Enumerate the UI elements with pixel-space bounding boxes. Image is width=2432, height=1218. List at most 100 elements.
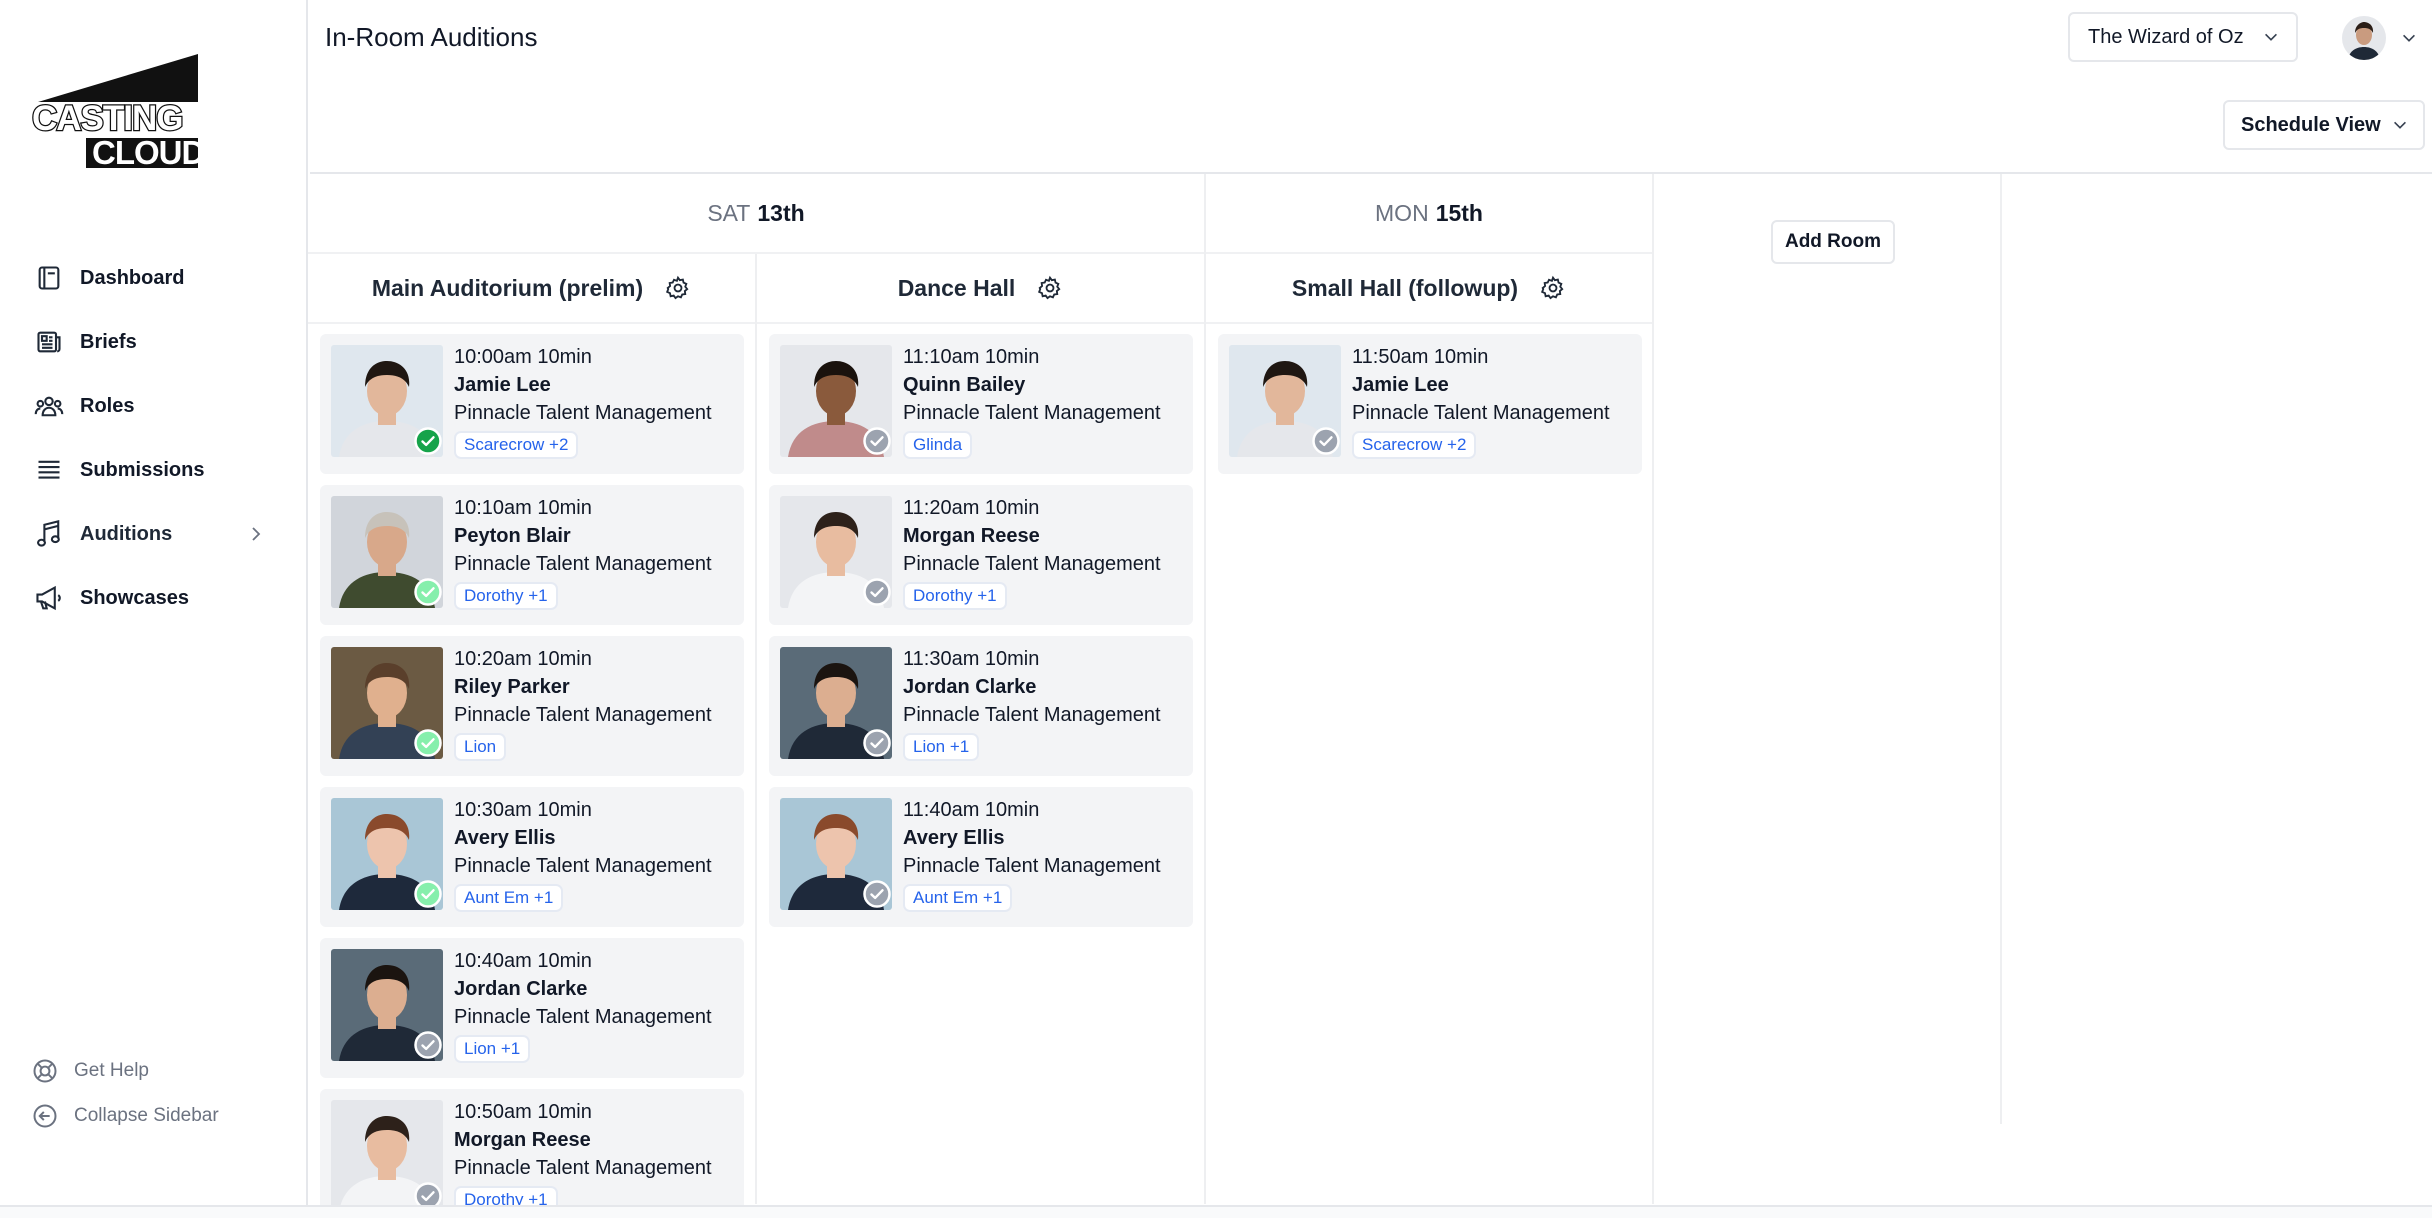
- logo-line-2: CLOUD: [92, 134, 202, 170]
- room-name: Main Auditorium (prelim): [371, 274, 644, 301]
- get-help-label: Get Help: [74, 1059, 149, 1081]
- slot-time: 10:20am 10min: [454, 648, 592, 670]
- slot-time: 10:40am 10min: [454, 950, 592, 972]
- megaphone-icon: [32, 581, 66, 615]
- room-name: Dance Hall: [897, 274, 1016, 301]
- sidebar-item-briefs[interactable]: Briefs: [32, 310, 282, 374]
- users-icon: [32, 389, 66, 423]
- queue-list-icon: [32, 453, 66, 487]
- check-circle-icon: [414, 880, 442, 908]
- role-badge[interactable]: Scarecrow +2: [1352, 431, 1477, 459]
- actor-name: Avery Ellis: [903, 827, 1005, 849]
- audition-slot-card[interactable]: 10:20am 10min Riley Parker Pinnacle Tale…: [320, 636, 744, 776]
- music-note-icon: [32, 517, 66, 551]
- actor-name: Avery Ellis: [454, 827, 556, 849]
- audition-slot-card[interactable]: 10:50am 10min Morgan Reese Pinnacle Tale…: [320, 1089, 744, 1218]
- role-badge[interactable]: Scarecrow +2: [454, 431, 579, 459]
- lifebuoy-icon: [30, 1056, 60, 1086]
- window-bottom-edge: [0, 1205, 2432, 1218]
- chevron-down-icon: [2403, 34, 2415, 42]
- check-circle-icon: [1312, 427, 1340, 455]
- day-date: 15th: [1435, 199, 1483, 226]
- role-badge[interactable]: Lion +1: [454, 1035, 531, 1063]
- slot-time: 11:30am 10min: [903, 648, 1040, 670]
- check-circle-icon: [863, 880, 891, 908]
- sidebar-item-roles[interactable]: Roles: [32, 374, 282, 438]
- day-of-week: SAT: [707, 199, 751, 226]
- top-header: In-Room Auditions The Wizard of Oz Sched…: [310, 0, 2432, 174]
- check-circle-icon: [414, 1031, 442, 1059]
- day-date: 13th: [757, 199, 805, 226]
- sidebar-item-submissions[interactable]: Submissions: [32, 438, 282, 502]
- agency-name: Pinnacle Talent Management: [903, 855, 1161, 877]
- production-select[interactable]: The Wizard of Oz: [2068, 12, 2298, 62]
- column-divider: [1652, 174, 1654, 1204]
- app-window: CASTING CLOUD Dashboard Briefs Roles Sub…: [0, 0, 2432, 1218]
- user-menu[interactable]: [2342, 16, 2418, 60]
- room-header-main-auditorium: Main Auditorium (prelim): [308, 254, 755, 324]
- slot-time: 10:50am 10min: [454, 1101, 592, 1123]
- audition-slot-card[interactable]: 10:10am 10min Peyton Blair Pinnacle Tale…: [320, 485, 744, 625]
- schedule-grid: SAT 13th MON 15th Add Room Main Auditori…: [308, 174, 2432, 1218]
- column-divider: [755, 254, 757, 1204]
- check-circle-icon: [414, 729, 442, 757]
- room-column-small-hall: 11:50am 10min Jamie Lee Pinnacle Talent …: [1218, 334, 1642, 485]
- audition-slot-card[interactable]: 11:40am 10min Avery Ellis Pinnacle Talen…: [769, 787, 1193, 927]
- agency-name: Pinnacle Talent Management: [903, 402, 1161, 424]
- gear-icon[interactable]: [1037, 275, 1063, 301]
- actor-name: Peyton Blair: [454, 525, 571, 547]
- view-mode-select[interactable]: Schedule View: [2223, 100, 2425, 150]
- actor-name: Jamie Lee: [1352, 374, 1449, 396]
- sidebar-item-auditions[interactable]: Auditions: [32, 502, 282, 566]
- role-badge[interactable]: Lion: [454, 733, 507, 761]
- actor-name: Morgan Reese: [454, 1129, 591, 1151]
- role-badge[interactable]: Dorothy +1: [903, 582, 1007, 610]
- actor-name: Quinn Bailey: [903, 374, 1026, 396]
- audition-slot-card[interactable]: 11:10am 10min Quinn Bailey Pinnacle Tale…: [769, 334, 1193, 474]
- actor-name: Jordan Clarke: [903, 676, 1037, 698]
- audition-slot-card[interactable]: 11:20am 10min Morgan Reese Pinnacle Tale…: [769, 485, 1193, 625]
- role-badge[interactable]: Dorothy +1: [454, 582, 558, 610]
- audition-slot-card[interactable]: 11:30am 10min Jordan Clarke Pinnacle Tal…: [769, 636, 1193, 776]
- audition-slot-card[interactable]: 10:40am 10min Jordan Clarke Pinnacle Tal…: [320, 938, 744, 1078]
- slot-time: 10:00am 10min: [454, 346, 592, 368]
- room-column-main-auditorium: 10:00am 10min Jamie Lee Pinnacle Talent …: [320, 334, 744, 1218]
- agency-name: Pinnacle Talent Management: [454, 402, 712, 424]
- avatar[interactable]: [2342, 16, 2386, 60]
- agency-name: Pinnacle Talent Management: [903, 704, 1161, 726]
- audition-slot-card[interactable]: 10:00am 10min Jamie Lee Pinnacle Talent …: [320, 334, 744, 474]
- slot-time: 11:20am 10min: [903, 497, 1040, 519]
- sidebar-item-showcases[interactable]: Showcases: [32, 566, 282, 630]
- role-badge[interactable]: Glinda: [903, 431, 973, 459]
- slot-time: 10:10am 10min: [454, 497, 592, 519]
- agency-name: Pinnacle Talent Management: [454, 1157, 712, 1179]
- sidebar-item-dashboard[interactable]: Dashboard: [32, 246, 282, 310]
- sidebar-footer: Get Help Collapse Sidebar: [30, 1048, 290, 1138]
- audition-slot-card[interactable]: 11:50am 10min Jamie Lee Pinnacle Talent …: [1218, 334, 1642, 474]
- slot-time: 11:50am 10min: [1352, 346, 1489, 368]
- check-circle-icon: [863, 427, 891, 455]
- book-icon: [32, 261, 66, 295]
- room-column-dance-hall: 11:10am 10min Quinn Bailey Pinnacle Tale…: [769, 334, 1193, 938]
- get-help-link[interactable]: Get Help: [30, 1048, 290, 1093]
- slot-time: 10:30am 10min: [454, 799, 592, 821]
- collapse-sidebar-link[interactable]: Collapse Sidebar: [30, 1093, 290, 1138]
- view-mode-value: Schedule View: [2241, 113, 2381, 136]
- gear-icon[interactable]: [1540, 275, 1566, 301]
- add-room-button[interactable]: Add Room: [1771, 220, 1895, 264]
- gear-icon[interactable]: [665, 275, 691, 301]
- logo-line-1: CASTING: [32, 99, 183, 138]
- audition-slot-card[interactable]: 10:30am 10min Avery Ellis Pinnacle Talen…: [320, 787, 744, 927]
- day-of-week: MON: [1375, 199, 1429, 226]
- casting-cloud-logo[interactable]: CASTING CLOUD: [30, 52, 202, 170]
- sidebar-item-label: Roles: [80, 394, 135, 417]
- role-badge[interactable]: Aunt Em +1: [454, 884, 564, 912]
- agency-name: Pinnacle Talent Management: [903, 553, 1161, 575]
- sidebar: CASTING CLOUD Dashboard Briefs Roles Sub…: [0, 0, 308, 1214]
- role-badge[interactable]: Aunt Em +1: [903, 884, 1013, 912]
- room-header-dance-hall: Dance Hall: [757, 254, 1204, 324]
- page-title: In-Room Auditions: [325, 22, 538, 52]
- role-badge[interactable]: Lion +1: [903, 733, 980, 761]
- chevron-right-icon[interactable]: [246, 524, 266, 544]
- production-select-value: The Wizard of Oz: [2088, 25, 2244, 48]
